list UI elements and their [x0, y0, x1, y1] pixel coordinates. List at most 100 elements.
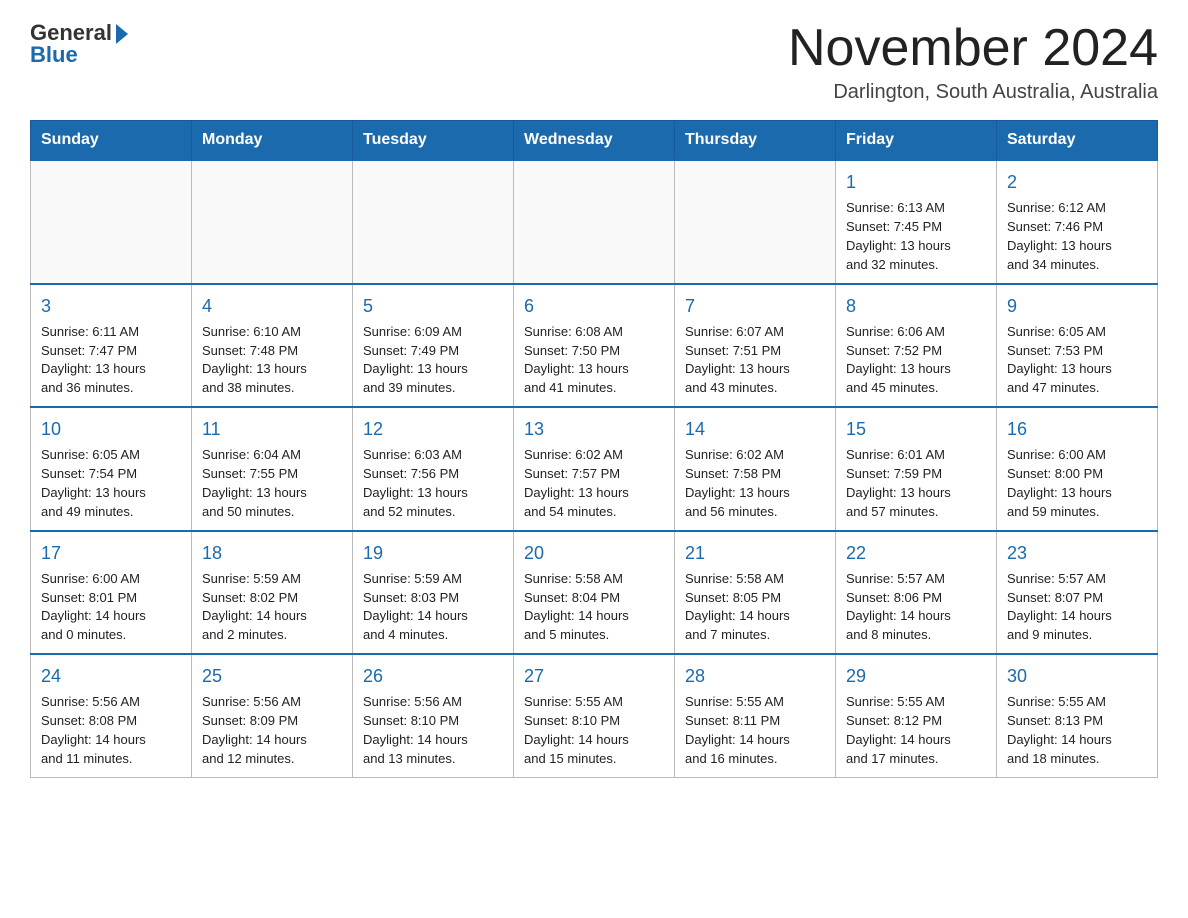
day-info: Sunrise: 6:13 AMSunset: 7:45 PMDaylight:… [846, 199, 986, 274]
day-info: Sunrise: 5:57 AMSunset: 8:07 PMDaylight:… [1007, 570, 1147, 645]
month-title: November 2024 [788, 20, 1158, 77]
calendar-cell: 23 Sunrise: 5:57 AMSunset: 8:07 PMDayligh… [997, 531, 1158, 654]
day-info: Sunrise: 6:00 AMSunset: 8:00 PMDaylight:… [1007, 446, 1147, 521]
week-row-3: 10Sunrise: 6:05 AMSunset: 7:54 PMDayligh… [31, 407, 1158, 530]
week-row-1: 1 Sunrise: 6:13 AMSunset: 7:45 PMDaylight… [31, 160, 1158, 283]
day-info: Sunrise: 6:12 AMSunset: 7:46 PMDaylight:… [1007, 199, 1147, 274]
day-number: 7 [685, 293, 825, 319]
day-number: 27 [524, 663, 664, 689]
calendar-cell: 25 Sunrise: 5:56 AMSunset: 8:09 PMDayligh… [192, 654, 353, 777]
header-saturday: Saturday [997, 121, 1158, 161]
day-number: 28 [685, 663, 825, 689]
day-info: Sunrise: 6:03 AMSunset: 7:56 PMDaylight:… [363, 446, 503, 521]
day-number: 24 [41, 663, 181, 689]
calendar-cell: 18 Sunrise: 5:59 AMSunset: 8:02 PMDayligh… [192, 531, 353, 654]
calendar-cell: 22 Sunrise: 5:57 AMSunset: 8:06 PMDayligh… [836, 531, 997, 654]
day-info: Sunrise: 6:00 AMSunset: 8:01 PMDaylight:… [41, 570, 181, 645]
day-number: 1 [846, 169, 986, 195]
calendar-cell [675, 160, 836, 283]
calendar-cell: 6Sunrise: 6:08 AMSunset: 7:50 PMDaylight… [514, 284, 675, 407]
day-number: 29 [846, 663, 986, 689]
day-number: 20 [524, 540, 664, 566]
day-info: Sunrise: 6:11 AMSunset: 7:47 PMDaylight:… [41, 323, 181, 398]
calendar-table: SundayMondayTuesdayWednesdayThursdayFrid… [30, 120, 1158, 777]
day-info: Sunrise: 5:59 AMSunset: 8:03 PMDaylight:… [363, 570, 503, 645]
week-row-4: 17 Sunrise: 6:00 AMSunset: 8:01 PMDayligh… [31, 531, 1158, 654]
calendar-cell: 16Sunrise: 6:00 AMSunset: 8:00 PMDayligh… [997, 407, 1158, 530]
calendar-cell: 28Sunrise: 5:55 AMSunset: 8:11 PMDayligh… [675, 654, 836, 777]
calendar-cell: 27Sunrise: 5:55 AMSunset: 8:10 PMDayligh… [514, 654, 675, 777]
day-number: 15 [846, 416, 986, 442]
week-row-5: 24 Sunrise: 5:56 AMSunset: 8:08 PMDayligh… [31, 654, 1158, 777]
location-subtitle: Darlington, South Australia, Australia [788, 81, 1158, 104]
day-info: Sunrise: 5:58 AMSunset: 8:05 PMDaylight:… [685, 570, 825, 645]
calendar-cell: 20 Sunrise: 5:58 AMSunset: 8:04 PMDayligh… [514, 531, 675, 654]
day-number: 25 [202, 663, 342, 689]
day-number: 22 [846, 540, 986, 566]
day-number: 2 [1007, 169, 1147, 195]
calendar-cell: 7 Sunrise: 6:07 AMSunset: 7:51 PMDaylight… [675, 284, 836, 407]
day-number: 17 [41, 540, 181, 566]
header-tuesday: Tuesday [353, 121, 514, 161]
header-wednesday: Wednesday [514, 121, 675, 161]
day-info: Sunrise: 5:56 AMSunset: 8:10 PMDaylight:… [363, 693, 503, 768]
day-info: Sunrise: 6:10 AMSunset: 7:48 PMDaylight:… [202, 323, 342, 398]
page-header: General Blue November 2024 Darlington, S… [30, 20, 1158, 104]
calendar-cell: 19 Sunrise: 5:59 AMSunset: 8:03 PMDayligh… [353, 531, 514, 654]
day-info: Sunrise: 5:57 AMSunset: 8:06 PMDaylight:… [846, 570, 986, 645]
day-number: 19 [363, 540, 503, 566]
calendar-cell: 5Sunrise: 6:09 AMSunset: 7:49 PMDaylight… [353, 284, 514, 407]
calendar-cell [31, 160, 192, 283]
day-number: 9 [1007, 293, 1147, 319]
calendar-cell: 13Sunrise: 6:02 AMSunset: 7:57 PMDayligh… [514, 407, 675, 530]
calendar-cell: 26 Sunrise: 5:56 AMSunset: 8:10 PMDayligh… [353, 654, 514, 777]
day-info: Sunrise: 6:04 AMSunset: 7:55 PMDaylight:… [202, 446, 342, 521]
calendar-cell: 3 Sunrise: 6:11 AMSunset: 7:47 PMDaylight… [31, 284, 192, 407]
week-row-2: 3 Sunrise: 6:11 AMSunset: 7:47 PMDaylight… [31, 284, 1158, 407]
calendar-cell: 4Sunrise: 6:10 AMSunset: 7:48 PMDaylight… [192, 284, 353, 407]
calendar-cell: 1 Sunrise: 6:13 AMSunset: 7:45 PMDaylight… [836, 160, 997, 283]
calendar-cell: 14 Sunrise: 6:02 AMSunset: 7:58 PMDayligh… [675, 407, 836, 530]
calendar-cell [514, 160, 675, 283]
header-monday: Monday [192, 121, 353, 161]
calendar-cell: 8 Sunrise: 6:06 AMSunset: 7:52 PMDaylight… [836, 284, 997, 407]
day-number: 23 [1007, 540, 1147, 566]
title-area: November 2024 Darlington, South Australi… [788, 20, 1158, 104]
day-number: 14 [685, 416, 825, 442]
day-number: 26 [363, 663, 503, 689]
calendar-cell: 21Sunrise: 5:58 AMSunset: 8:05 PMDayligh… [675, 531, 836, 654]
day-number: 8 [846, 293, 986, 319]
day-info: Sunrise: 6:05 AMSunset: 7:54 PMDaylight:… [41, 446, 181, 521]
calendar-cell: 2 Sunrise: 6:12 AMSunset: 7:46 PMDaylight… [997, 160, 1158, 283]
calendar-cell: 10Sunrise: 6:05 AMSunset: 7:54 PMDayligh… [31, 407, 192, 530]
day-info: Sunrise: 6:01 AMSunset: 7:59 PMDaylight:… [846, 446, 986, 521]
calendar-cell: 17 Sunrise: 6:00 AMSunset: 8:01 PMDayligh… [31, 531, 192, 654]
day-info: Sunrise: 6:02 AMSunset: 7:57 PMDaylight:… [524, 446, 664, 521]
day-number: 18 [202, 540, 342, 566]
day-info: Sunrise: 5:58 AMSunset: 8:04 PMDaylight:… [524, 570, 664, 645]
calendar-cell: 11 Sunrise: 6:04 AMSunset: 7:55 PMDayligh… [192, 407, 353, 530]
day-number: 5 [363, 293, 503, 319]
header-sunday: Sunday [31, 121, 192, 161]
day-number: 3 [41, 293, 181, 319]
day-number: 6 [524, 293, 664, 319]
day-info: Sunrise: 5:55 AMSunset: 8:12 PMDaylight:… [846, 693, 986, 768]
day-info: Sunrise: 6:06 AMSunset: 7:52 PMDaylight:… [846, 323, 986, 398]
logo-arrow-icon [116, 24, 128, 44]
header-friday: Friday [836, 121, 997, 161]
day-info: Sunrise: 5:59 AMSunset: 8:02 PMDaylight:… [202, 570, 342, 645]
calendar-cell [192, 160, 353, 283]
day-info: Sunrise: 5:55 AMSunset: 8:13 PMDaylight:… [1007, 693, 1147, 768]
header-thursday: Thursday [675, 121, 836, 161]
day-info: Sunrise: 5:56 AMSunset: 8:09 PMDaylight:… [202, 693, 342, 768]
day-number: 11 [202, 416, 342, 442]
day-number: 12 [363, 416, 503, 442]
calendar-cell: 15 Sunrise: 6:01 AMSunset: 7:59 PMDayligh… [836, 407, 997, 530]
calendar-cell: 29 Sunrise: 5:55 AMSunset: 8:12 PMDayligh… [836, 654, 997, 777]
day-info: Sunrise: 5:56 AMSunset: 8:08 PMDaylight:… [41, 693, 181, 768]
calendar-cell: 30Sunrise: 5:55 AMSunset: 8:13 PMDayligh… [997, 654, 1158, 777]
day-info: Sunrise: 6:02 AMSunset: 7:58 PMDaylight:… [685, 446, 825, 521]
calendar-cell: 9Sunrise: 6:05 AMSunset: 7:53 PMDaylight… [997, 284, 1158, 407]
day-info: Sunrise: 6:07 AMSunset: 7:51 PMDaylight:… [685, 323, 825, 398]
calendar-cell: 24 Sunrise: 5:56 AMSunset: 8:08 PMDayligh… [31, 654, 192, 777]
